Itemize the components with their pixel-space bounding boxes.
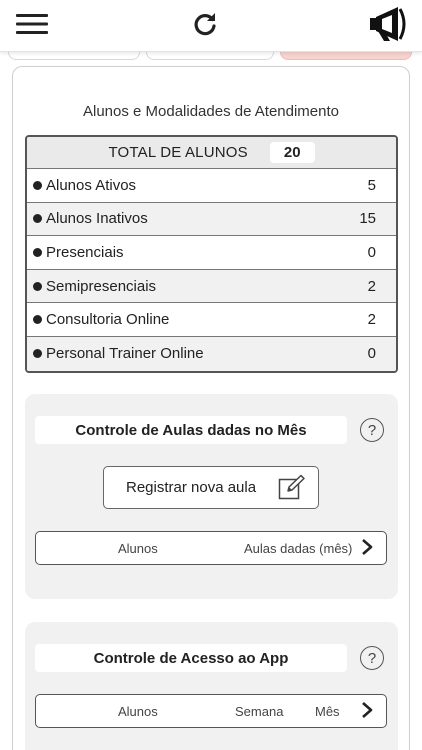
app-access-panel: Controle de Acesso ao App ? Alunos Seman… <box>25 622 398 750</box>
bullet-icon <box>33 349 42 359</box>
row-label: Consultoria Online <box>46 311 170 329</box>
help-icon[interactable]: ? <box>360 418 384 442</box>
dashboard-card: Alunos e Modalidades de Atendimento TOTA… <box>12 66 410 750</box>
summary-row-inativos[interactable]: Alunos Inativos 15 <box>27 202 396 237</box>
row-value: 0 <box>367 243 376 261</box>
chevron-right-icon <box>360 701 374 722</box>
week-column-label: Semana <box>235 703 284 719</box>
register-class-button[interactable]: Registrar nova aula <box>103 466 319 509</box>
row-value: 5 <box>367 176 376 194</box>
app-access-list-button[interactable]: Alunos Semana Mês <box>35 694 387 728</box>
month-column-label: Mês <box>315 703 340 719</box>
row-label: Alunos Inativos <box>46 210 148 228</box>
app-access-title: Controle de Acesso ao App <box>35 644 347 672</box>
classes-control-title: Controle de Aulas dadas no Mês <box>35 416 347 444</box>
row-label: Semipresenciais <box>46 277 157 295</box>
summary-row-presenciais[interactable]: Presenciais 0 <box>27 236 396 270</box>
bullet-icon <box>33 315 42 325</box>
row-label: Alunos Ativos <box>46 176 137 194</box>
students-column-label: Alunos <box>118 540 158 556</box>
classes-given-column-label: Aulas dadas (mês) <box>244 540 353 556</box>
chevron-right-icon <box>360 538 374 559</box>
classes-control-panel: Controle de Aulas dadas no Mês ? Registr… <box>25 394 398 599</box>
bullet-icon <box>33 214 42 224</box>
row-label: Personal Trainer Online <box>46 345 204 363</box>
classes-list-button[interactable]: Alunos Aulas dadas (mês) <box>35 531 387 565</box>
edit-icon <box>278 474 306 504</box>
megaphone-icon[interactable] <box>364 4 414 44</box>
row-value: 2 <box>367 311 376 329</box>
refresh-icon[interactable] <box>185 4 225 44</box>
top-bar <box>0 0 422 52</box>
total-students-value: 20 <box>269 142 315 163</box>
register-class-label: Registrar nova aula <box>126 479 257 496</box>
total-students-label: TOTAL DE ALUNOS <box>108 144 248 161</box>
row-label: Presenciais <box>46 243 124 261</box>
students-column-label: Alunos <box>118 703 158 719</box>
students-summary-table: TOTAL DE ALUNOS 20 Alunos Ativos 5 Aluno… <box>25 135 398 373</box>
bullet-icon <box>33 180 42 190</box>
bullet-icon <box>33 281 42 291</box>
help-icon[interactable]: ? <box>360 646 384 670</box>
summary-title: Alunos e Modalidades de Atendimento <box>82 103 339 120</box>
summary-row-semipresenciais[interactable]: Semipresenciais 2 <box>27 269 396 304</box>
bullet-icon <box>33 247 42 257</box>
summary-row-consultoria[interactable]: Consultoria Online 2 <box>27 303 396 337</box>
row-value: 0 <box>367 345 376 363</box>
row-value: 2 <box>367 277 376 295</box>
summary-row-ativos[interactable]: Alunos Ativos 5 <box>27 169 396 203</box>
hamburger-menu-icon[interactable] <box>12 4 52 44</box>
total-students-header: TOTAL DE ALUNOS 20 <box>27 137 396 169</box>
row-value: 15 <box>359 210 376 228</box>
summary-row-personal[interactable]: Personal Trainer Online 0 <box>27 336 396 371</box>
